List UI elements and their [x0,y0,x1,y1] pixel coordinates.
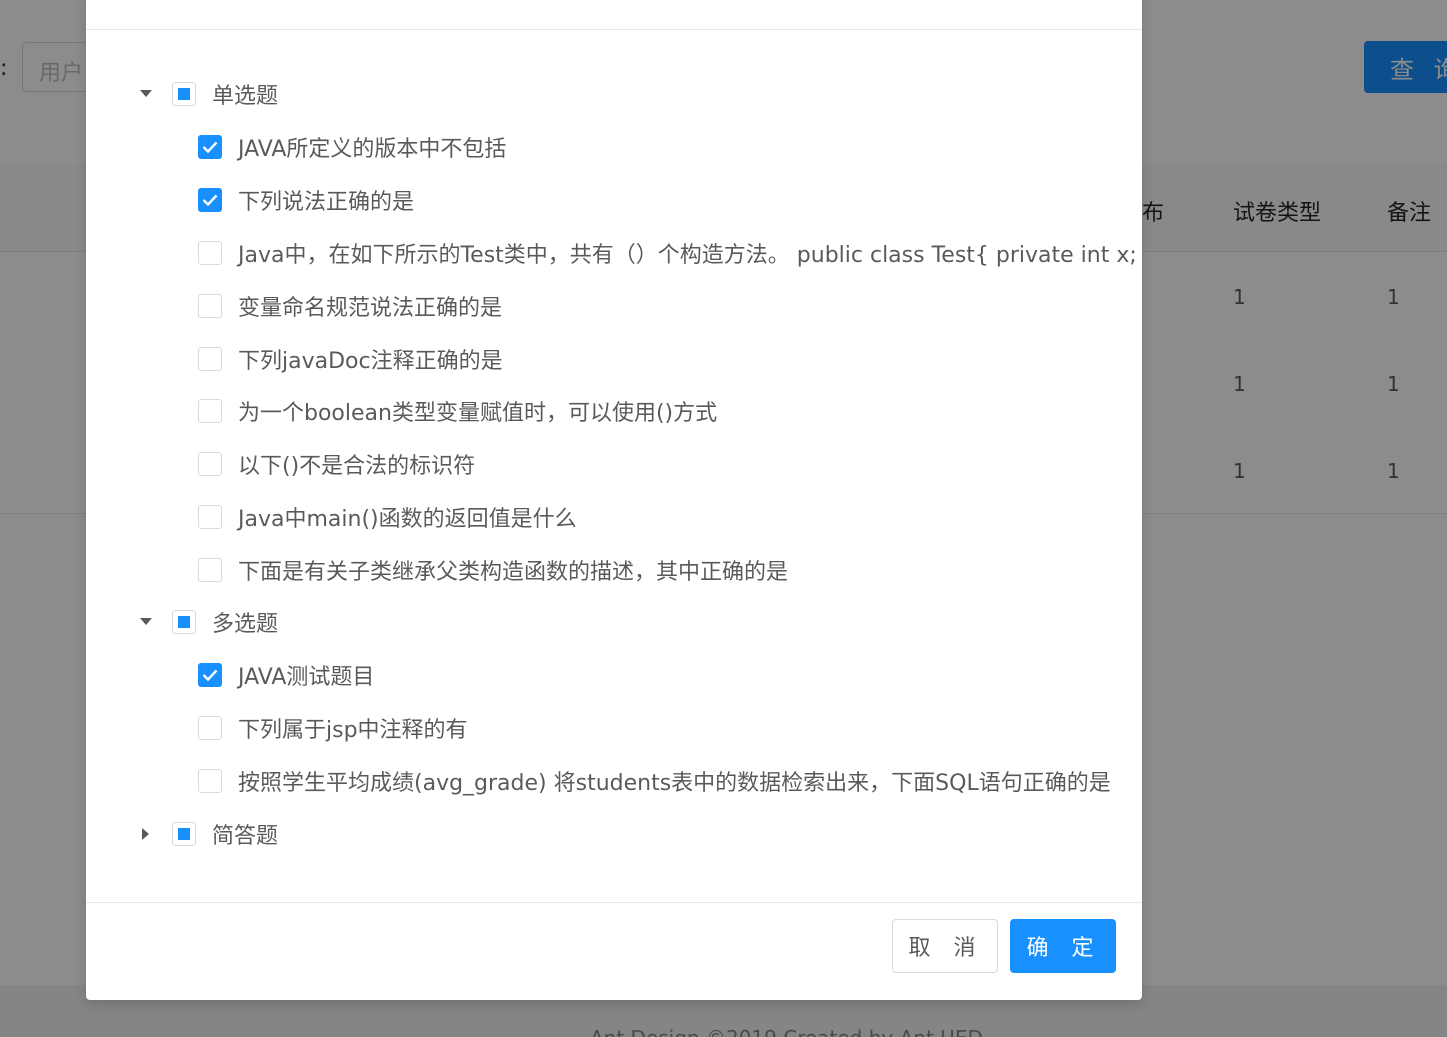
indeterminate-icon [178,88,190,100]
item-title[interactable]: 变量命名规范说法正确的是 [238,290,502,322]
group-title[interactable]: 单选题 [212,78,278,110]
check-icon [202,194,218,206]
group-title[interactable]: 多选题 [212,606,278,638]
tree-group-single-choice[interactable]: 单选题 [138,74,278,114]
indeterminate-icon [178,616,190,628]
tree-item[interactable]: 为一个boolean类型变量赋值时，可以使用()方式 [198,391,717,431]
caret-down-icon[interactable] [138,86,154,102]
tree-item[interactable]: 下列属于jsp中注释的有 [198,708,468,748]
confirm-button[interactable]: 确 定 [1010,919,1116,973]
item-checkbox[interactable] [198,188,222,212]
item-checkbox[interactable] [198,294,222,318]
item-checkbox[interactable] [198,452,222,476]
tree-item[interactable]: 下列说法正确的是 [198,180,414,220]
item-title[interactable]: 下列说法正确的是 [238,184,414,216]
item-title[interactable]: 以下()不是合法的标识符 [238,448,475,480]
tree-item[interactable]: 下面是有关子类继承父类构造函数的描述，其中正确的是 [198,550,788,590]
item-checkbox[interactable] [198,769,222,793]
item-title[interactable]: JAVA所定义的版本中不包括 [238,131,506,163]
tree-item[interactable]: Java中main()函数的返回值是什么 [198,497,577,537]
caret-down-icon[interactable] [138,614,154,630]
tree-item[interactable]: 按照学生平均成绩(avg_grade) 将students表中的数据检索出来，下… [198,761,1111,801]
modal-body: 单选题 JAVA所定义的版本中不包括 下列说法正确的是 Java中，在如下所示的… [86,30,1142,902]
modal-footer: 取 消 确 定 [86,902,1142,1000]
item-title[interactable]: 下列属于jsp中注释的有 [238,712,468,744]
question-select-modal: 单选题 JAVA所定义的版本中不包括 下列说法正确的是 Java中，在如下所示的… [86,0,1142,1000]
group-checkbox[interactable] [172,822,196,846]
item-title[interactable]: 下面是有关子类继承父类构造函数的描述，其中正确的是 [238,554,788,586]
page: : 用户 查 询 发布 试卷类型 备注 1 1 1 1 1 1 Ant Desi… [0,0,1447,1037]
tree-group-short-answer[interactable]: 简答题 [138,814,278,854]
cancel-button[interactable]: 取 消 [892,919,998,973]
group-title[interactable]: 简答题 [212,818,278,850]
check-icon [202,141,218,153]
item-title[interactable]: 下列javaDoc注释正确的是 [238,343,503,375]
check-icon [202,669,218,681]
tree-item[interactable]: 变量命名规范说法正确的是 [198,286,502,326]
item-checkbox[interactable] [198,241,222,265]
item-checkbox[interactable] [198,716,222,740]
tree-item[interactable]: JAVA测试题目 [198,655,374,695]
item-checkbox[interactable] [198,135,222,159]
item-title[interactable]: 按照学生平均成绩(avg_grade) 将students表中的数据检索出来，下… [238,765,1111,797]
item-title[interactable]: 为一个boolean类型变量赋值时，可以使用()方式 [238,395,717,427]
item-title[interactable]: Java中，在如下所示的Test类中，共有（）个构造方法。 public cla… [238,237,1142,269]
tree-item[interactable]: 下列javaDoc注释正确的是 [198,339,503,379]
group-checkbox[interactable] [172,82,196,106]
tree-item[interactable]: Java中，在如下所示的Test类中，共有（）个构造方法。 public cla… [198,233,1142,273]
group-checkbox[interactable] [172,610,196,634]
tree-group-multiple-choice[interactable]: 多选题 [138,602,278,642]
item-title[interactable]: JAVA测试题目 [238,659,374,691]
item-title[interactable]: Java中main()函数的返回值是什么 [238,501,577,533]
item-checkbox[interactable] [198,663,222,687]
item-checkbox[interactable] [198,558,222,582]
caret-right-icon[interactable] [138,826,154,842]
indeterminate-icon [178,828,190,840]
item-checkbox[interactable] [198,399,222,423]
tree-item[interactable]: 以下()不是合法的标识符 [198,444,475,484]
item-checkbox[interactable] [198,347,222,371]
item-checkbox[interactable] [198,505,222,529]
tree-item[interactable]: JAVA所定义的版本中不包括 [198,127,506,167]
